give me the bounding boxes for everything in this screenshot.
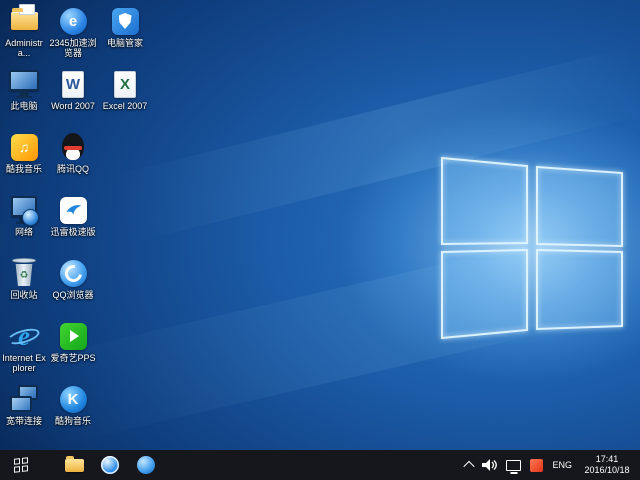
icon-label: Excel 2007 [103,101,148,111]
pc-manager-icon [108,5,142,37]
2345-browser-icon [101,456,119,474]
desktop-icon-excel-2007[interactable]: X Excel 2007 [98,66,152,129]
icon-label: Word 2007 [51,101,95,111]
2345-browser-icon: e [56,5,90,37]
network-icon [7,194,41,226]
desktop-icon-qq-browser[interactable]: QQ浏览器 [48,255,98,318]
light-beam [37,225,632,445]
icon-label: Internet Explorer [0,353,48,373]
word-2007-icon: W [56,68,90,100]
desktop-icon-kuwo-music[interactable]: ♫ 酷我音乐 [0,129,48,192]
icon-label: 回收站 [10,290,37,300]
hidden-icons-chevron-icon[interactable] [464,461,475,472]
iqiyi-pps-icon [56,320,90,352]
desktop-icon-internet-explorer[interactable]: e Internet Explorer [0,318,48,381]
user-folder-icon [7,5,41,37]
recycle-bin-icon [7,257,41,289]
desktop-icon-administrator[interactable]: Administra... [0,3,48,66]
icon-label: QQ浏览器 [52,290,93,300]
desktop-icon-xunlei[interactable]: 迅雷极速版 [48,192,98,255]
system-tray: ENG 17:41 2016/10/18 [465,450,640,480]
desktop-icon-broadband-connection[interactable]: 宽带连接 [0,381,48,444]
xunlei-icon [56,194,90,226]
file-explorer-icon [65,459,84,472]
desktop-icon-column-3: 电脑管家 X Excel 2007 [98,3,152,129]
wallpaper-glow [436,148,632,346]
icon-label: 电脑管家 [107,38,143,48]
security-app-tray-icon[interactable] [530,459,543,472]
network-icon[interactable] [506,460,521,471]
desktop-icon-tencent-qq[interactable]: 腾讯QQ [48,129,98,192]
taskbar-clock[interactable]: 17:41 2016/10/18 [581,454,633,476]
desktop-icon-iqiyi-pps[interactable]: 爱奇艺PPS [48,318,98,381]
light-beam [110,46,640,245]
tencent-qq-icon [56,131,90,163]
icon-label: 宽带连接 [6,416,42,426]
excel-2007-icon: X [108,68,142,100]
icon-label: 爱奇艺PPS [50,353,95,363]
desktop-wallpaper: Administra... 此电脑 ♫ 酷我音乐 网络 回收站 e Intern… [0,0,640,450]
icon-label: 酷狗音乐 [55,416,91,426]
icon-label: 此电脑 [10,101,37,111]
taskbar-2345-browser-button[interactable] [92,450,128,480]
windows-desktop-screen: Administra... 此电脑 ♫ 酷我音乐 网络 回收站 e Intern… [0,0,640,480]
desktop-icon-kugou-music[interactable]: K 酷狗音乐 [48,381,98,444]
desktop-icon-column-2: e 2345加速浏览器 W Word 2007 腾讯QQ 迅雷极速版 [48,3,98,444]
volume-icon[interactable] [482,459,497,471]
language-indicator[interactable]: ENG [552,460,572,470]
desktop-icon-network[interactable]: 网络 [0,192,48,255]
taskbar-qq-browser-button[interactable] [128,450,164,480]
icon-label: 2345加速浏览器 [48,38,98,58]
qq-browser-icon [137,456,155,474]
clock-date: 2016/10/18 [584,465,629,475]
qq-browser-icon [56,257,90,289]
taskbar: ENG 17:41 2016/10/18 [0,450,640,480]
desktop-icon-this-pc[interactable]: 此电脑 [0,66,48,129]
icon-label: Administra... [0,38,48,58]
kuwo-music-icon: ♫ [7,131,41,163]
kugou-music-icon: K [56,383,90,415]
icon-label: 腾讯QQ [57,164,89,174]
start-button[interactable] [0,450,42,480]
desktop-icon-pc-manager[interactable]: 电脑管家 [98,3,152,66]
desktop-icon-2345-browser[interactable]: e 2345加速浏览器 [48,3,98,66]
internet-explorer-icon: e [7,320,41,352]
windows-logo-icon [14,457,28,472]
desktop-icon-recycle-bin[interactable]: 回收站 [0,255,48,318]
icon-label: 迅雷极速版 [50,227,95,237]
this-pc-icon [7,68,41,100]
desktop-icon-word-2007[interactable]: W Word 2007 [48,66,98,129]
desktop-icon-column-1: Administra... 此电脑 ♫ 酷我音乐 网络 回收站 e Intern… [0,3,48,444]
icon-label: 网络 [15,227,33,237]
clock-time: 17:41 [596,454,619,464]
icon-label: 酷我音乐 [6,164,42,174]
taskbar-file-explorer-button[interactable] [56,450,92,480]
broadband-connection-icon [7,383,41,415]
